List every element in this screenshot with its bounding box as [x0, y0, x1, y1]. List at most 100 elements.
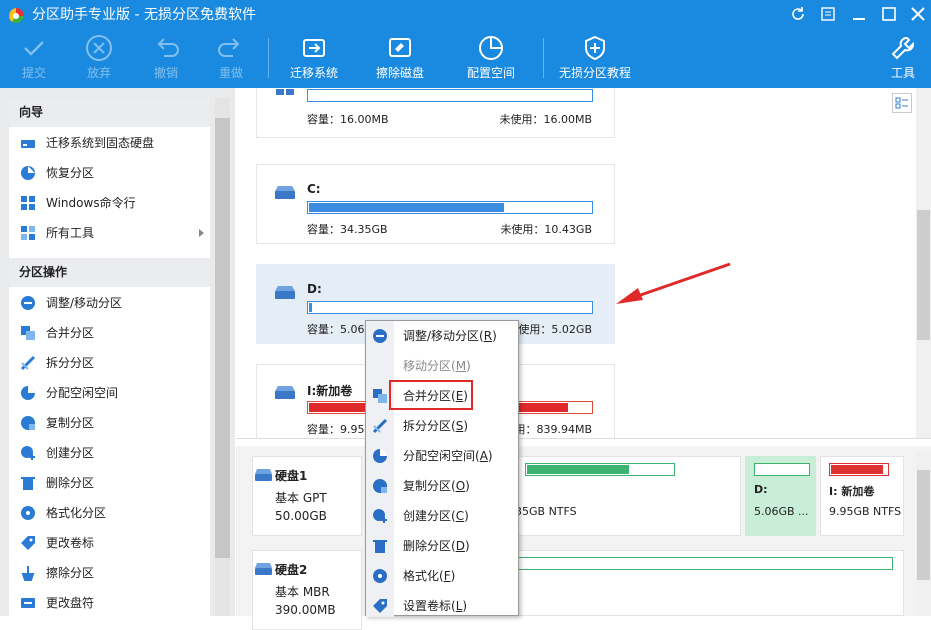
partition-card[interactable]: 容量：16.00MB 未使用：16.00MB [256, 88, 615, 138]
sidebar-item-all-tools[interactable]: 所有工具 [9, 218, 210, 248]
migrate-ssd-icon [21, 140, 35, 148]
menu-item-allocate[interactable]: 分配空闲空间(A) [366, 441, 518, 471]
sidebar-item-delete[interactable]: 删除分区 [9, 468, 210, 498]
cancel-circle-icon [86, 35, 112, 61]
menu-item-shortcut: C [455, 509, 465, 523]
sidebar-item-recover[interactable]: 恢复分区 [9, 158, 210, 188]
create-icon [21, 446, 35, 460]
disk-partition-size: 35GB NTFS [515, 505, 577, 518]
menu-item-move[interactable]: 移动分区(M) [366, 351, 518, 381]
allocate-icon [21, 386, 35, 400]
sidebar-item-migrate-ssd[interactable]: 迁移系统到固态硬盘 [9, 128, 210, 158]
disk-partition-block[interactable]: 35GB NTFS [515, 456, 741, 536]
sidebar-item-create[interactable]: 创建分区 [9, 438, 210, 468]
disk-type: 基本 GPT [275, 491, 327, 505]
maximize-icon[interactable] [881, 6, 897, 22]
partition-name: D: [307, 282, 322, 296]
migrate-os-button[interactable]: 迁移系统 [284, 34, 344, 80]
disk-info[interactable]: 硬盘1 基本 GPT 50.00GB [252, 456, 362, 536]
disk-partition-block[interactable]: I: 新加卷 9.95GB NTFS [820, 456, 904, 536]
sidebar-item-allocate[interactable]: 分配空闲空间 [9, 378, 210, 408]
menu-item-label: 分配空闲空间 [403, 449, 476, 463]
sidebar-item-merge[interactable]: 合并分区 [9, 318, 210, 348]
partition-usage-bar [307, 89, 593, 102]
menu-item-shortcut: R [483, 329, 493, 343]
minimize-icon[interactable] [851, 6, 867, 22]
menu-item-set-label[interactable]: 设置卷标(L) [366, 591, 518, 621]
wipe-icon [21, 566, 35, 581]
discard-button[interactable]: 放弃 [69, 34, 129, 80]
sidebar-item-windows-cmd[interactable]: Windows命令行 [9, 188, 210, 218]
allocate-space-button[interactable]: 配置空间 [461, 34, 521, 80]
undo-button[interactable]: 撤销 [136, 34, 196, 80]
sidebar-item-copy[interactable]: 复制分区 [9, 408, 210, 438]
delete-icon [373, 540, 387, 553]
disk-map: 硬盘1 基本 GPT 50.00GB 35GB NTFS D: 5.06GB .… [236, 446, 931, 630]
disk-icon [255, 563, 272, 575]
allocate-icon [373, 449, 387, 463]
sidebar-item-label-change[interactable]: 更改卷标 [9, 528, 210, 558]
sidebar-item-split[interactable]: 拆分分区 [9, 348, 210, 378]
redo-button[interactable]: 重做 [201, 34, 261, 80]
disk-partition-fill [527, 465, 629, 474]
tutorial-button[interactable]: 无损分区教程 [558, 34, 632, 80]
menu-item-delete[interactable]: 删除分区(D) [366, 531, 518, 561]
partition-card[interactable]: C: 容量：34.35GB 未使用：10.43GB [256, 164, 615, 244]
disk-map-scrollbar-thumb[interactable] [917, 470, 930, 580]
split-icon [20, 355, 36, 371]
sidebar-item-wipe[interactable]: 擦除分区 [9, 558, 210, 588]
partition-usage-fill [309, 203, 504, 212]
partition-usage-bar [307, 201, 593, 214]
partition-free: 未使用：5.02GB [507, 323, 592, 336]
check-icon [24, 41, 44, 56]
disk-info[interactable]: 硬盘2 基本 MBR 390.00MB [252, 550, 362, 630]
menu-item-split[interactable]: 拆分分区(S) [366, 411, 518, 441]
refresh-icon[interactable] [790, 6, 806, 22]
disk-partition-size: 5.06GB ... [754, 505, 809, 518]
sidebar-item-label: 调整/移动分区 [46, 296, 123, 310]
view-toggle-button[interactable] [892, 93, 912, 113]
disk-partition-block[interactable] [516, 550, 904, 616]
tools-button[interactable]: 工具 [873, 34, 931, 80]
disk-partition-block-selected[interactable]: D: 5.06GB ... [745, 456, 816, 536]
menu-icon[interactable] [820, 6, 836, 22]
close-icon[interactable] [910, 6, 926, 22]
disk-size: 50.00GB [275, 509, 327, 523]
allocate-space-label: 配置空间 [466, 66, 515, 80]
windows-icon [276, 89, 294, 95]
panel-splitter[interactable] [236, 438, 931, 446]
partition-usage-bar [307, 301, 593, 314]
partition-list-scrollbar-thumb[interactable] [917, 210, 930, 340]
undo-label: 撤销 [153, 66, 178, 80]
shield-plus-icon [585, 35, 605, 61]
toolbar: 提交 放弃 撤销 重做 迁移系统 擦除磁盘 配置空间 无损分区教程 工具 [0, 30, 931, 88]
menu-item-copy[interactable]: 复制分区(O) [366, 471, 518, 501]
partition-free: 未使用：10.43GB [500, 223, 592, 236]
disk-partition-label: I: 新加卷 [829, 485, 875, 498]
sidebar-scrollbar-thumb[interactable] [215, 118, 230, 558]
menu-item-create[interactable]: 创建分区(C) [366, 501, 518, 531]
partition-capacity: 容量：34.35GB [307, 223, 388, 236]
redo-icon [218, 38, 240, 57]
menu-item-shortcut: M [455, 359, 467, 373]
disk-partition-size: 9.95GB NTFS [829, 505, 902, 518]
submit-button[interactable]: 提交 [4, 34, 64, 80]
resize-icon [21, 296, 35, 310]
menu-item-shortcut: A [479, 449, 488, 463]
sidebar-item-format[interactable]: 格式化分区 [9, 498, 210, 528]
sidebar-item-drive-letter[interactable]: 更改盘符 [9, 588, 210, 618]
format-icon [21, 506, 35, 520]
sidebar-item-label: 复制分区 [46, 416, 95, 430]
sidebar-item-resize[interactable]: 调整/移动分区 [9, 288, 210, 318]
migrate-os-label: 迁移系统 [289, 66, 338, 80]
sidebar-item-label: 恢复分区 [46, 166, 95, 180]
menu-item-resize[interactable]: 调整/移动分区(R) [366, 321, 518, 351]
menu-item-format[interactable]: 格式化(F) [366, 561, 518, 591]
disk-name: 硬盘1 [275, 469, 308, 483]
context-menu: 调整/移动分区(R) 移动分区(M) 合并分区(E) 拆分分区(S) 分配空闲空… [365, 320, 519, 617]
wipe-disk-button[interactable]: 擦除磁盘 [370, 34, 430, 80]
tools-icon [891, 37, 914, 60]
sidebar-item-label: 创建分区 [46, 446, 95, 460]
menu-item-shortcut: D [455, 539, 465, 553]
sidebar-item-label: 拆分分区 [46, 356, 95, 370]
